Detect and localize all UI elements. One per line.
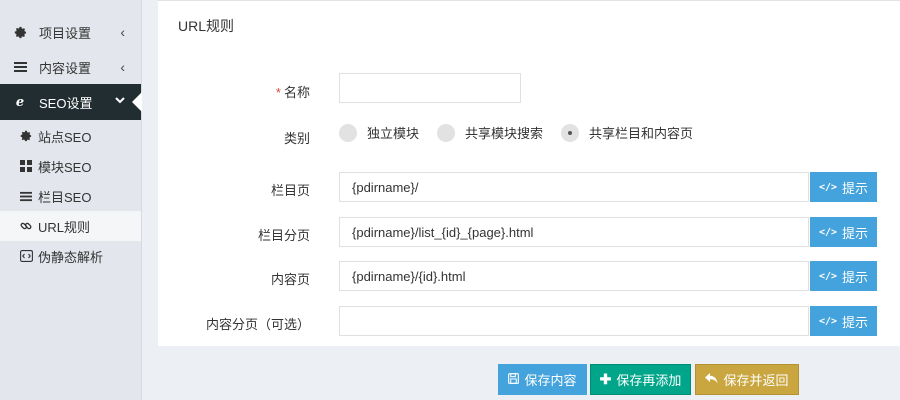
column-page-label: 栏目页 (270, 183, 310, 198)
column-pagination-input[interactable]: {pdirname}/list_{id}_{page}.html (339, 217, 809, 247)
radio-dot (437, 123, 456, 142)
radio-dot (339, 123, 357, 142)
content-page-hint-button[interactable]: </> 提示 (810, 261, 877, 291)
sidebar-subitem-label: URL规则 (38, 219, 91, 235)
plus-icon: ✚ (599, 371, 612, 387)
code-icon (19, 250, 33, 262)
sidebar-subitem-label: 伪静态解析 (38, 249, 104, 265)
required-mark: * (275, 85, 281, 100)
name-label: * 名称 (275, 85, 310, 100)
save-button[interactable]: 保存内容 (498, 364, 587, 395)
ie-icon: e (15, 94, 25, 110)
code-icon: </> (818, 226, 838, 238)
radio-standalone-module[interactable]: 独立模块 (339, 123, 419, 142)
type-radio-group: 独立模块 共享模块搜索 共享栏目和内容页 (339, 123, 711, 142)
link-icon (19, 220, 33, 232)
content-pagination-hint-button[interactable]: </> 提示 (810, 306, 877, 336)
page-title: URL规则 (178, 18, 235, 34)
code-icon: </> (818, 270, 838, 282)
sidebar-subitem-label: 栏目SEO (38, 189, 92, 205)
sidebar-item-project-settings[interactable]: 项目设置 ‹ (0, 14, 141, 50)
code-icon: </> (818, 181, 838, 193)
list-icon (19, 191, 33, 202)
column-page-hint-button[interactable]: </> 提示 (810, 172, 877, 202)
radio-label: 共享模块搜索 (465, 126, 544, 141)
sidebar-subitem-url-rules[interactable]: URL规则 (0, 211, 141, 241)
content-pagination-label: 内容分页（可选） (205, 317, 310, 332)
sidebar-subitem-module-seo[interactable]: 模块SEO (0, 151, 141, 181)
radio-shared-module-search[interactable]: 共享模块搜索 (437, 123, 543, 142)
content-page-label: 内容页 (270, 272, 310, 287)
sidebar-item-label: 项目设置 (39, 25, 92, 41)
sidebar-item-label: 内容设置 (39, 60, 92, 76)
chevron-left-icon: ‹ (120, 59, 125, 75)
sidebar-subitem-rewrite[interactable]: 伪静态解析 (0, 241, 141, 271)
content-page-input[interactable]: {pdirname}/{id}.html (339, 261, 809, 291)
chevron-left-icon: ‹ (120, 24, 125, 40)
save-and-add-button[interactable]: ✚ 保存再添加 (590, 364, 691, 395)
type-label: 类别 (283, 131, 310, 146)
gear-icon (13, 26, 27, 39)
column-pagination-hint-button[interactable]: </> 提示 (810, 217, 877, 247)
reply-icon (705, 372, 718, 387)
sidebar-item-content-settings[interactable]: 内容设置 ‹ (0, 49, 141, 85)
sidebar-subitem-label: 站点SEO (38, 129, 92, 145)
content-pagination-input[interactable] (339, 306, 809, 336)
chevron-down-icon (115, 92, 125, 108)
grid-icon (19, 160, 33, 172)
sidebar: 项目设置 ‹ 内容设置 ‹ e SEO设置 站点SEO 模块SEO 栏目SEO (0, 0, 142, 400)
radio-label: 共享栏目和内容页 (589, 126, 694, 141)
sidebar-item-label: SEO设置 (39, 95, 93, 111)
code-icon: </> (818, 315, 838, 327)
radio-shared-column-content[interactable]: 共享栏目和内容页 (561, 123, 693, 142)
radio-dot-selected (561, 123, 580, 142)
gear-icon (19, 130, 33, 142)
save-icon (508, 372, 520, 387)
column-pagination-label: 栏目分页 (257, 228, 310, 243)
sidebar-subitem-label: 模块SEO (38, 159, 92, 175)
save-and-return-button[interactable]: 保存并返回 (695, 364, 799, 395)
url-rules-panel: URL规则 * 名称 类别 独立模块 共享模块搜索 共享栏目和内容页 栏目页 {p… (158, 0, 900, 346)
sidebar-subitem-column-seo[interactable]: 栏目SEO (0, 181, 141, 211)
column-page-input[interactable]: {pdirname}/ (339, 172, 809, 202)
sidebar-item-seo-settings[interactable]: e SEO设置 (0, 84, 142, 120)
name-input[interactable] (339, 73, 521, 103)
radio-label: 独立模块 (367, 126, 420, 141)
sidebar-subitem-site-seo[interactable]: 站点SEO (0, 121, 141, 151)
list-icon (13, 61, 27, 73)
